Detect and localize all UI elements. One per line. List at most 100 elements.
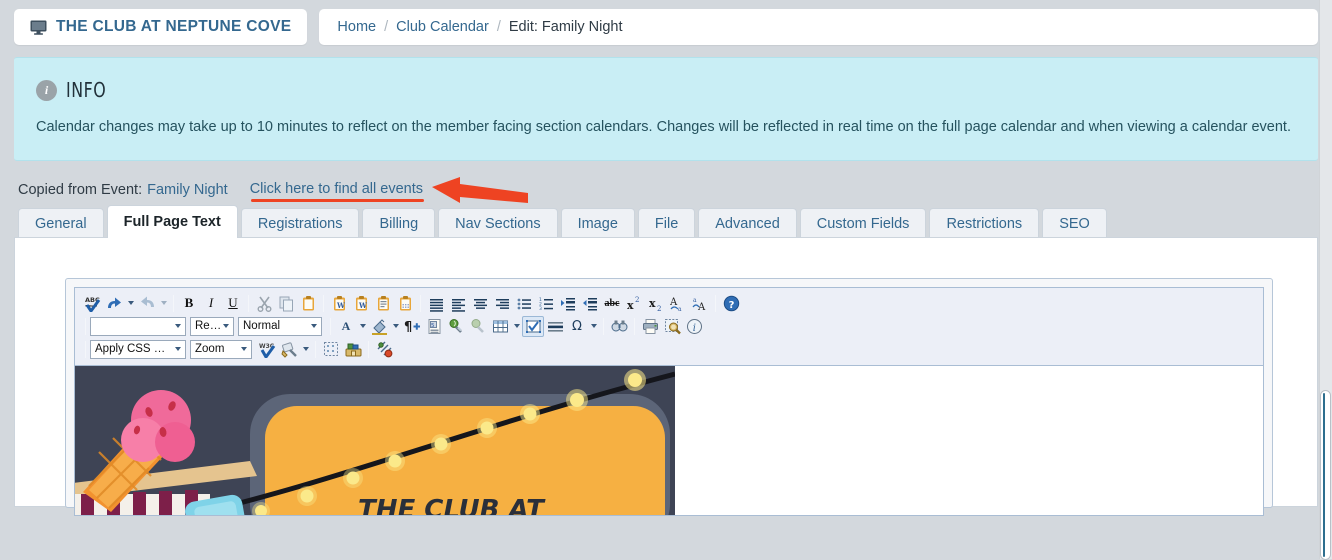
chevron-down-icon[interactable]	[172, 347, 183, 352]
svg-text:x: x	[627, 299, 634, 312]
form-checkbox-icon[interactable]	[522, 315, 544, 337]
text-color-icon[interactable]: A	[335, 316, 357, 337]
page-break-icon[interactable]: 5	[423, 316, 445, 337]
bulleted-list-icon[interactable]	[513, 293, 535, 314]
copy-icon[interactable]	[275, 293, 297, 314]
numbered-list-icon[interactable]: 123	[535, 293, 557, 314]
toolbar-separator	[715, 294, 716, 312]
tab-seo[interactable]: SEO	[1042, 208, 1107, 239]
maximize-editor-icon[interactable]	[373, 339, 395, 360]
increase-indent-icon[interactable]	[557, 293, 579, 314]
chevron-down-icon[interactable]	[390, 316, 401, 337]
redo-icon[interactable]	[136, 293, 158, 314]
breadcrumb-item-home[interactable]: Home	[337, 19, 376, 35]
show-blocks-icon[interactable]	[320, 339, 342, 360]
page-vertical-scrollbar[interactable]	[1319, 0, 1332, 560]
editor-content-area[interactable]: THE CLUB AT	[74, 366, 1264, 517]
remove-format-icon[interactable]: Aa	[667, 293, 689, 314]
special-character-icon[interactable]: Ω	[566, 316, 588, 337]
paste-from-word-2-icon[interactable]: W	[350, 293, 372, 314]
toolbar-separator	[634, 317, 635, 335]
find-all-events-link[interactable]: Click here to find all events	[250, 181, 425, 202]
bold-icon[interactable]: B	[178, 293, 200, 314]
horizontal-rule-icon[interactable]	[544, 316, 566, 337]
chevron-down-icon[interactable]	[158, 293, 169, 314]
insert-table-icon[interactable]	[489, 316, 511, 337]
apply-css-select[interactable]: Apply CSS …	[90, 339, 186, 359]
underline-icon[interactable]: U	[222, 293, 244, 314]
align-center-icon[interactable]	[469, 293, 491, 314]
paste-special-icon[interactable]	[394, 293, 416, 314]
align-left-icon[interactable]	[447, 293, 469, 314]
copied-from-event-link[interactable]: Family Night	[147, 182, 228, 198]
tab-billing[interactable]: Billing	[362, 208, 436, 239]
breadcrumb-item-club-calendar[interactable]: Club Calendar	[396, 19, 489, 35]
apply-css-select-value: Apply CSS …	[95, 343, 166, 356]
paint-brush-icon[interactable]	[278, 339, 300, 360]
paragraph-format-select[interactable]: Normal	[238, 316, 322, 336]
italic-icon[interactable]: I	[200, 293, 222, 314]
chevron-down-icon[interactable]	[511, 316, 522, 337]
chevron-down-icon[interactable]	[172, 324, 183, 329]
svg-text:a: a	[693, 297, 697, 304]
info-alert: i INFO Calendar changes may take up to 1…	[14, 57, 1318, 162]
align-justify-icon[interactable]	[425, 293, 447, 314]
help-question-icon[interactable]: ?	[720, 293, 742, 314]
tab-bar: General Full Page Text Registrations Bil…	[0, 205, 1332, 239]
tab-file[interactable]: File	[637, 208, 696, 239]
tab-general[interactable]: General	[18, 208, 104, 239]
paste-icon[interactable]	[297, 293, 319, 314]
page-scrollbar-thumb[interactable]	[1320, 390, 1331, 560]
paragraph-format-select-value: Normal	[243, 320, 281, 333]
chevron-down-icon[interactable]	[588, 316, 599, 337]
tab-image[interactable]: Image	[560, 208, 635, 239]
decrease-indent-icon[interactable]	[579, 293, 601, 314]
w3c-validate-icon[interactable]: W3C	[256, 339, 278, 360]
chevron-down-icon[interactable]	[238, 347, 249, 352]
desktop-monitor-icon	[30, 20, 47, 35]
paragraph-add-icon[interactable]: ¶	[401, 316, 423, 337]
print-icon[interactable]	[639, 316, 661, 337]
svg-text:5: 5	[431, 323, 435, 329]
chevron-down-icon[interactable]	[300, 339, 311, 360]
paste-as-plain-text-icon[interactable]	[372, 293, 394, 314]
spellcheck-abc-icon[interactable]: ABC	[81, 293, 103, 314]
apply-format-icon[interactable]: aA	[689, 293, 711, 314]
svg-text:W: W	[336, 301, 345, 310]
paste-from-word-icon[interactable]: W	[328, 293, 350, 314]
tab-restrictions[interactable]: Restrictions	[929, 208, 1040, 239]
find-binoculars-icon[interactable]	[608, 316, 630, 337]
zoom-select[interactable]: Zoom	[190, 339, 252, 359]
tab-full-page-text[interactable]: Full Page Text	[106, 205, 238, 239]
templates-icon[interactable]	[342, 339, 364, 360]
unlink-icon[interactable]	[467, 316, 489, 337]
insert-link-icon[interactable]	[445, 316, 467, 337]
tab-advanced[interactable]: Advanced	[698, 208, 797, 239]
font-size-select[interactable]: Re…	[190, 316, 234, 336]
chevron-down-icon[interactable]	[357, 316, 368, 337]
left-arrow-annotation	[430, 175, 530, 207]
brand-card[interactable]: THE CLUB AT NEPTUNE COVE	[14, 9, 308, 45]
cut-scissors-icon[interactable]	[253, 293, 275, 314]
font-family-select[interactable]	[90, 316, 186, 336]
tab-custom-fields[interactable]: Custom Fields	[799, 208, 927, 239]
tab-registrations[interactable]: Registrations	[240, 208, 360, 239]
toolbar-separator	[248, 294, 249, 312]
info-alert-title: INFO	[66, 78, 107, 102]
about-info-icon[interactable]: i	[683, 316, 705, 337]
toolbar-separator	[420, 294, 421, 312]
tab-nav-sections[interactable]: Nav Sections	[438, 208, 558, 239]
strikethrough-icon[interactable]: abc	[601, 293, 623, 314]
background-color-icon[interactable]	[368, 316, 390, 337]
chevron-down-icon[interactable]	[220, 324, 231, 329]
chevron-down-icon[interactable]	[308, 324, 319, 329]
toolbar-separator	[173, 294, 174, 312]
superscript-icon[interactable]: x2	[623, 293, 645, 314]
preview-magnifier-icon[interactable]	[661, 316, 683, 337]
content-image-family-night[interactable]: THE CLUB AT	[75, 366, 675, 516]
undo-icon[interactable]	[103, 293, 125, 314]
align-right-icon[interactable]	[491, 293, 513, 314]
chevron-down-icon[interactable]	[125, 293, 136, 314]
subscript-icon[interactable]: x2	[645, 293, 667, 314]
tab-panel-full-page-text: ABC B I U W W 1 2 3 abc x 2 x 2 Aa a A? Re… Normal A ¶ 5 Ωi A…	[14, 237, 1318, 517]
